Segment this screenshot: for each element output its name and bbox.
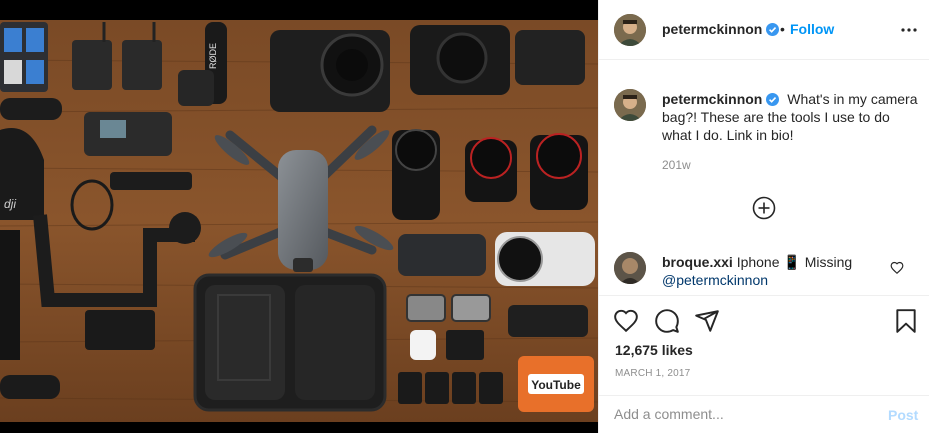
caption-text-block: petermckinnon What's in my camera bag?! …	[662, 90, 922, 144]
commenter-username[interactable]: broque.xxi	[662, 254, 733, 270]
load-more-comments-icon[interactable]	[752, 196, 776, 220]
post-header: petermckinnon • Follow	[599, 0, 929, 60]
post-photo[interactable]: RØDE dji YouTube	[0, 0, 598, 433]
comment-mention-link[interactable]: @petermckinnon	[662, 272, 768, 288]
like-heart-icon[interactable]	[613, 308, 639, 334]
post-date[interactable]: MARCH 1, 2017	[615, 368, 690, 379]
author-username[interactable]: petermckinnon	[662, 21, 780, 37]
dji-label: dji	[4, 197, 16, 211]
follow-button[interactable]: Follow	[790, 21, 834, 37]
post-actions: 12,675 likes MARCH 1, 2017	[599, 295, 929, 395]
post-modal: RØDE dji YouTube petermckinnon • Follow …	[0, 0, 929, 433]
author-avatar[interactable]	[614, 14, 646, 46]
separator-dot: •	[780, 21, 785, 37]
verified-badge-icon	[766, 23, 780, 36]
verified-badge-icon	[766, 93, 780, 106]
caption-age[interactable]: 201w	[662, 158, 691, 172]
comment-item: broque.xxi Iphone 📱 Missing @petermckinn…	[599, 248, 929, 294]
camera-gear-flatlay-image: RØDE dji YouTube	[0, 0, 598, 433]
caption-username[interactable]: petermckinnon	[662, 91, 780, 107]
caption-username-text[interactable]: petermckinnon	[662, 91, 762, 107]
comment-text-block: broque.xxi Iphone 📱 Missing @petermckinn…	[662, 253, 882, 289]
comment-like-heart-icon[interactable]	[890, 261, 904, 275]
share-paper-plane-icon[interactable]	[694, 308, 720, 334]
comment-body: Iphone 📱 Missing	[736, 254, 853, 270]
rode-label: RØDE	[208, 43, 218, 69]
more-options-icon[interactable]	[900, 22, 918, 38]
save-bookmark-icon[interactable]	[893, 308, 919, 334]
post-details-panel: petermckinnon • Follow petermckinnon Wha…	[598, 0, 929, 433]
add-comment-input[interactable]	[614, 404, 864, 424]
caption-author-avatar[interactable]	[614, 89, 646, 121]
post-comment-button[interactable]: Post	[888, 407, 918, 423]
add-comment-bar: Post	[599, 395, 929, 433]
comment-bubble-icon[interactable]	[654, 308, 680, 334]
commenter-avatar[interactable]	[614, 252, 646, 284]
youtube-label: YouTube	[531, 378, 581, 392]
likes-count[interactable]: 12,675 likes	[615, 342, 693, 358]
author-username-text[interactable]: petermckinnon	[662, 21, 762, 37]
